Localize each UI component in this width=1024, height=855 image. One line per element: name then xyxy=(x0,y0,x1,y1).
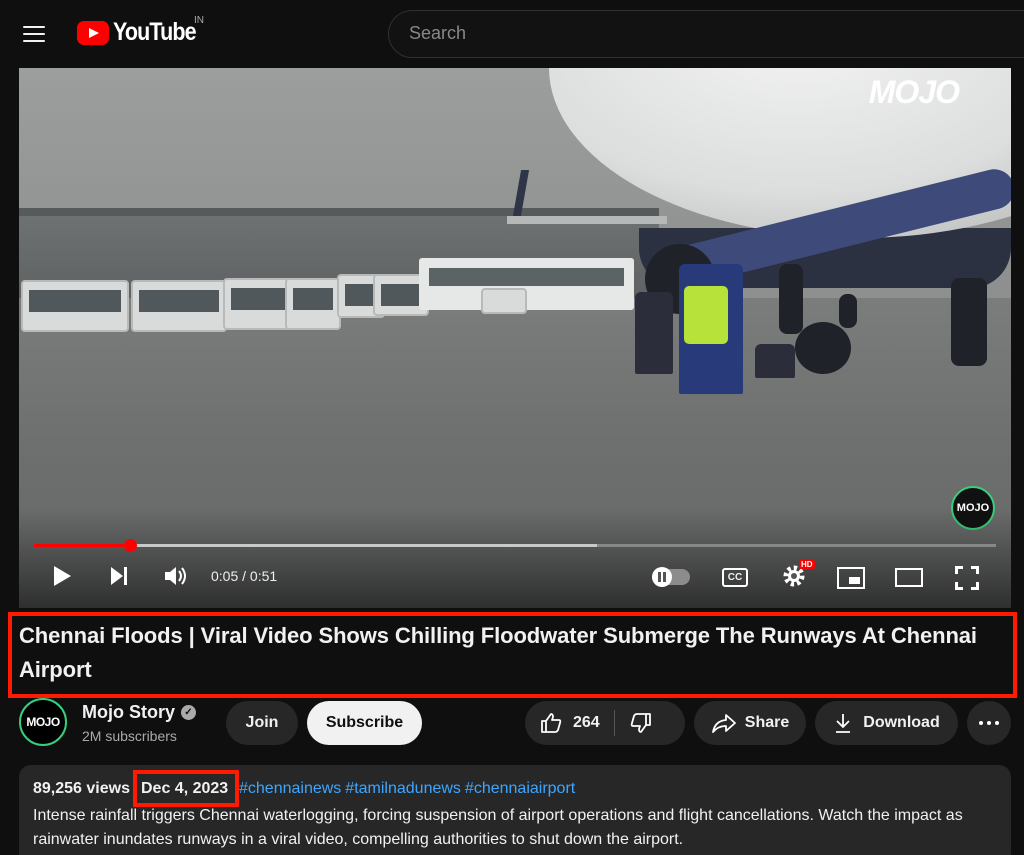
channel-name[interactable]: Mojo Story xyxy=(82,702,175,723)
share-icon xyxy=(711,714,736,733)
download-icon xyxy=(836,714,851,733)
youtube-logo[interactable]: YouTube xyxy=(77,18,209,47)
fullscreen-icon[interactable] xyxy=(955,566,979,590)
hashtags: #chennainews #tamilnadunews #chennaiairpor… xyxy=(239,780,579,798)
miniplayer-icon[interactable] xyxy=(837,567,865,589)
top-bar: YouTube IN xyxy=(0,0,1024,68)
video-frame-bus xyxy=(285,278,341,330)
hashtag-link[interactable]: #chennaiairport xyxy=(465,780,575,797)
controls-gradient xyxy=(19,508,1011,608)
play-icon[interactable] xyxy=(47,560,77,592)
video-frame-wheel xyxy=(839,294,857,328)
logo-text: YouTube xyxy=(113,18,197,46)
video-frame-safety-vest xyxy=(684,286,728,344)
view-count: 89,256 views xyxy=(33,780,130,797)
like-button[interactable]: 264 xyxy=(525,711,600,735)
volume-icon[interactable] xyxy=(159,560,193,592)
like-divider xyxy=(613,710,615,736)
video-frame-vehicle xyxy=(481,288,527,314)
video-frame-roof xyxy=(19,208,659,216)
mojo-watermark: MOJO xyxy=(868,74,960,110)
like-count: 264 xyxy=(573,714,600,731)
youtube-play-icon xyxy=(77,20,109,45)
time-display: 0:05 / 0:51 xyxy=(211,568,278,584)
theater-mode-icon[interactable] xyxy=(895,568,923,587)
video-frame-bus xyxy=(223,278,293,330)
hashtag-link[interactable]: #tamilnadunews xyxy=(345,780,461,797)
description-text: Intense rainfall triggers Chennai waterl… xyxy=(33,807,963,848)
video-frame-bus xyxy=(21,280,129,332)
country-code: IN xyxy=(194,15,204,26)
join-button[interactable]: Join xyxy=(226,701,298,745)
video-frame-person xyxy=(635,292,673,374)
video-frame-rear-gear xyxy=(951,278,987,366)
more-actions-icon[interactable] xyxy=(967,701,1011,745)
video-frame-person xyxy=(755,344,795,378)
verified-check-icon: ✓ xyxy=(181,705,196,720)
share-label: Share xyxy=(744,714,790,731)
autoplay-toggle[interactable] xyxy=(652,567,690,587)
video-player[interactable]: MOJO MOJO 0:05 / 0:51 CC HD xyxy=(19,68,1011,608)
hd-badge: HD xyxy=(799,560,815,569)
menu-icon[interactable] xyxy=(14,17,54,51)
video-frame-wing xyxy=(507,216,667,224)
video-frame-bus xyxy=(131,280,227,332)
channel-avatar[interactable]: MOJO xyxy=(19,698,67,746)
subscriber-count: 2M subscribers xyxy=(82,728,177,744)
thumbs-down-icon xyxy=(630,713,651,733)
progress-bar[interactable] xyxy=(34,539,996,552)
video-frame-landing-gear xyxy=(779,264,803,334)
thumbs-up-icon xyxy=(541,713,562,733)
search-box[interactable] xyxy=(388,10,1024,58)
download-label: Download xyxy=(863,714,940,731)
subscribe-button[interactable]: Subscribe xyxy=(307,701,422,745)
share-button[interactable]: Share xyxy=(694,701,806,745)
hashtag-link[interactable]: #chennainews xyxy=(239,780,341,797)
dislike-button[interactable] xyxy=(629,711,653,735)
search-input[interactable] xyxy=(409,23,1009,44)
video-frame-wheel xyxy=(795,322,851,374)
progress-played xyxy=(34,544,131,547)
like-dislike-group: 264 xyxy=(525,701,685,745)
next-icon[interactable] xyxy=(104,560,134,592)
upload-date: Dec 4, 2023 xyxy=(141,780,229,797)
video-title: Chennai Floods | Viral Video Shows Chill… xyxy=(19,623,977,682)
download-button[interactable]: Download xyxy=(815,701,958,745)
captions-button[interactable]: CC xyxy=(722,568,748,587)
